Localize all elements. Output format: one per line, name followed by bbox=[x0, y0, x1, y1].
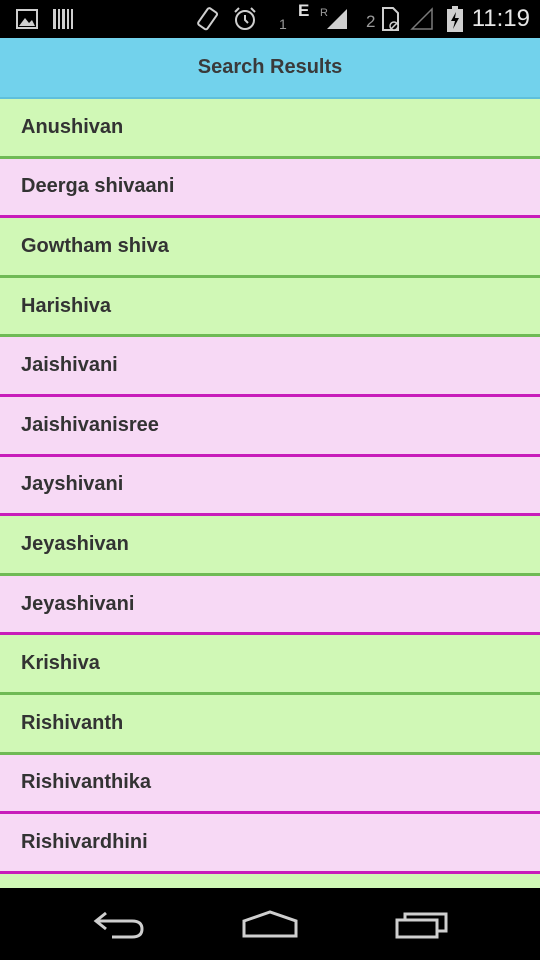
home-button[interactable] bbox=[210, 888, 330, 960]
result-label: Rishivanth bbox=[21, 711, 124, 734]
result-label: Harishiva bbox=[21, 294, 112, 317]
sim2-label: 2 bbox=[366, 12, 376, 31]
search-results-list[interactable]: Anushivan Deerga shivaani Gowtham shiva Har… bbox=[0, 99, 540, 888]
page-title: Search Results bbox=[197, 56, 343, 78]
back-icon bbox=[93, 911, 144, 939]
recent-apps-icon bbox=[395, 912, 448, 939]
back-button[interactable] bbox=[60, 888, 180, 960]
result-label: Jayshivani bbox=[21, 473, 124, 496]
barcode-icon bbox=[52, 0, 74, 38]
result-label: Anushivan bbox=[21, 115, 124, 138]
result-label: Rishivardhini bbox=[21, 830, 148, 853]
home-icon bbox=[242, 910, 298, 938]
recent-apps-button[interactable] bbox=[362, 888, 482, 960]
result-label: Jaishivanisree bbox=[21, 413, 159, 436]
result-label: Deerga shivaani bbox=[21, 175, 175, 198]
gallery-icon bbox=[16, 0, 38, 38]
result-row[interactable]: Jayshivani bbox=[0, 456, 540, 517]
sim-card-icon bbox=[380, 0, 402, 38]
result-row[interactable]: Harishiva bbox=[0, 277, 540, 338]
rotate-icon bbox=[196, 0, 220, 38]
result-row[interactable]: Jeyashivani bbox=[0, 575, 540, 636]
network-type-label: E bbox=[298, 1, 310, 20]
result-row[interactable]: Krishiva bbox=[0, 635, 540, 695]
result-label: Gowtham shiva bbox=[21, 234, 169, 257]
result-row[interactable]: Rishivanthika bbox=[0, 754, 540, 815]
result-label: Rishivanthika bbox=[21, 771, 152, 794]
navigation-bar bbox=[0, 888, 540, 960]
clock: 11:19 bbox=[471, 5, 530, 32]
header-bar: Search Results bbox=[0, 38, 540, 99]
no-signal-icon bbox=[410, 0, 434, 38]
result-row[interactable]: Jaishivanisree bbox=[0, 396, 540, 457]
result-row[interactable]: Rishivanth bbox=[0, 694, 540, 755]
status-bar: 1 E R 2 11:19 bbox=[0, 0, 540, 38]
alarm-icon bbox=[232, 0, 258, 38]
result-row[interactable]: Rishivardhini bbox=[0, 814, 540, 874]
result-row[interactable]: Anushivan bbox=[0, 99, 540, 159]
result-row[interactable]: Deerga shivaani bbox=[0, 158, 540, 219]
result-label: Jeyashivan bbox=[21, 532, 129, 555]
battery-charging-icon bbox=[446, 0, 464, 38]
result-label: Krishiva bbox=[21, 652, 100, 675]
result-row[interactable]: Gowtham shiva bbox=[0, 218, 540, 278]
signal-icon bbox=[325, 0, 349, 38]
result-row[interactable] bbox=[0, 873, 540, 888]
result-label: Jaishivani bbox=[21, 354, 118, 377]
result-label: Jeyashivani bbox=[21, 592, 135, 615]
result-row[interactable]: Jaishivani bbox=[0, 337, 540, 397]
result-row[interactable]: Jeyashivan bbox=[0, 516, 540, 576]
